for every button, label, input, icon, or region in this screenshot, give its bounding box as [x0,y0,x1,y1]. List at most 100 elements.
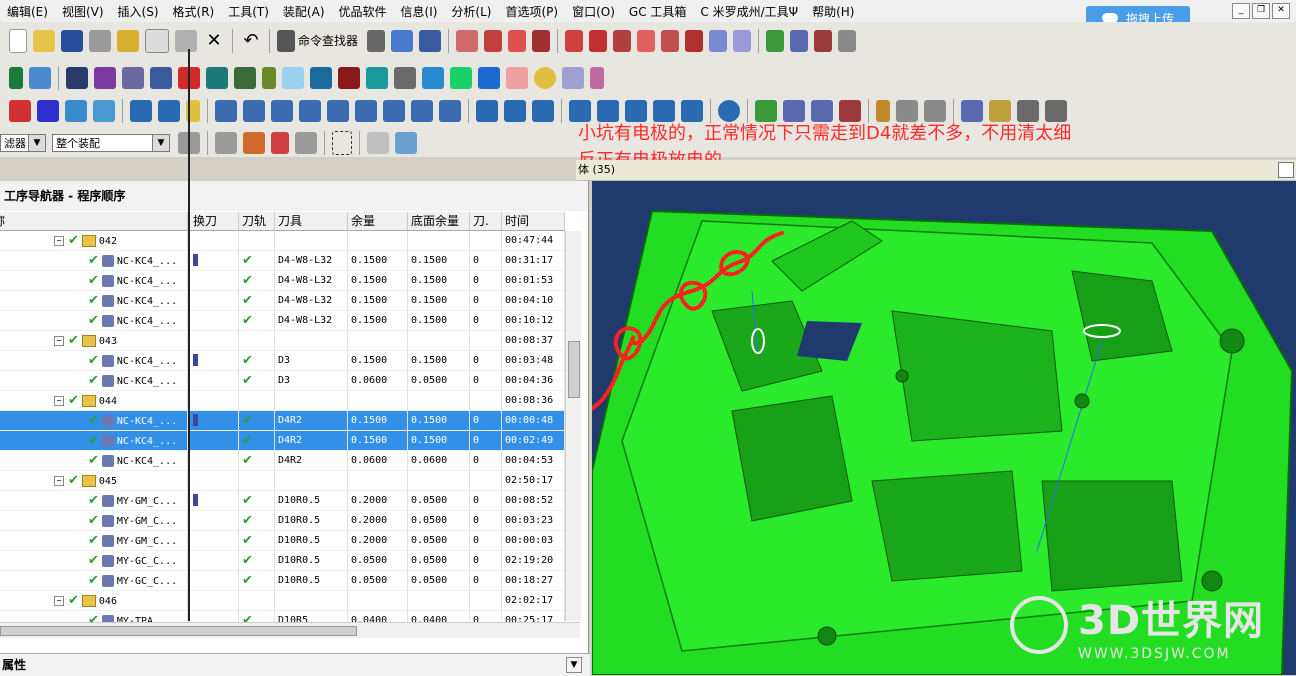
cube-icon[interactable] [234,66,256,89]
new-file-icon[interactable] [9,28,27,53]
plane-icon[interactable] [282,66,304,89]
menu-item[interactable]: 帮助(H) [805,3,861,20]
name-icon[interactable] [383,99,405,122]
operation-row[interactable]: ✔ NC-KC4_... ✔ D4R2 0.0600 0.0600 0 00:04:53 [0,451,565,471]
offset-curve-icon[interactable] [637,29,656,52]
flag-icon[interactable] [876,99,890,122]
copy-icon[interactable] [145,28,169,53]
operation-row[interactable]: ✔ NC-KC4_... ✔ D4R2 0.1500 0.1500 0 00:02:49 [0,431,565,451]
op-icon-5[interactable] [243,99,265,122]
info-i-icon[interactable] [476,99,498,122]
shape-icon[interactable] [9,66,23,89]
operation-row[interactable]: ✔ MY-GC_C... ✔ D10R0.5 0.0500 0.0500 0 00:18:27 [0,571,565,591]
face-icon[interactable] [394,66,416,89]
info-icon[interactable] [419,29,442,52]
op-icon-15[interactable] [597,99,619,122]
check-tool-icon[interactable] [766,29,785,52]
layer-icon[interactable] [150,66,172,89]
operation-row[interactable]: ✔ NC-KC4_... ✔ D4R2 0.1500 0.1500 0 00:00:48 [0,411,565,431]
collapse-icon[interactable]: − [54,396,64,406]
undo-icon[interactable]: ↶ [240,30,262,52]
op-icon-9[interactable] [355,99,377,122]
menu-item[interactable]: 插入(S) [111,3,166,20]
operation-row[interactable]: ✔ NC-KC4_... ✔ D3 0.1500 0.1500 0 00:03:48 [0,351,565,371]
op-icon-1[interactable] [130,99,152,122]
solid-icon[interactable] [338,66,360,89]
select-box-icon[interactable] [332,131,352,155]
menu-item[interactable]: 首选项(P) [498,3,565,20]
point-snap-icon[interactable] [243,132,265,154]
collapse-icon[interactable]: − [54,236,64,246]
column-header[interactable]: 刀具 [275,212,348,231]
assembly-icon[interactable] [790,29,809,52]
arrow-snap-icon[interactable] [295,132,317,154]
menu-item[interactable]: 装配(A) [276,3,332,20]
shade2-icon[interactable] [93,99,115,122]
line-icon[interactable] [565,29,584,52]
column-header[interactable]: 底面余量 [408,212,470,231]
navigator-vertical-scrollbar[interactable] [565,231,581,621]
menu-item[interactable]: C 米罗成州/工具Ψ [693,3,805,20]
render-icon[interactable] [66,66,88,89]
column-header[interactable]: 刀. [470,212,502,231]
op-icon-8[interactable] [327,99,349,122]
arc-icon[interactable] [589,29,608,52]
command-finder-label[interactable]: 命令查找器 [298,32,358,49]
project-curve-icon[interactable] [661,29,680,52]
body-icon[interactable] [395,132,417,154]
curve-icon[interactable] [484,29,503,52]
op-icon-22[interactable] [896,99,918,122]
operation-row[interactable]: ✔ MY-GM_C... ✔ D10R0.5 0.2000 0.0500 0 00:08:52 [0,491,565,511]
print-icon[interactable] [89,29,111,52]
program-group-row[interactable]: − ✔ 043 00:08:37 [0,331,565,351]
program-group-row[interactable]: − ✔ 044 00:08:36 [0,391,565,411]
op-icon-26[interactable] [1017,99,1039,122]
intersect-curve-icon[interactable] [685,29,704,52]
chevron-down-icon[interactable]: ▼ [566,657,582,673]
menu-item[interactable]: 分析(L) [444,3,498,20]
delete-icon[interactable]: ✕ [203,30,225,52]
program-group-row[interactable]: − ✔ 045 02:50:17 [0,471,565,491]
operation-row[interactable]: ✔ NC-KC4_... ✔ D4-W8-L32 0.1500 0.1500 0 00:04:… [0,291,565,311]
trim-icon[interactable] [532,29,551,52]
selection-icon[interactable] [367,29,386,52]
column-header[interactable]: 换刀 [190,212,239,231]
green-solid-icon[interactable] [450,66,472,89]
op-icon-27[interactable] [1045,99,1067,122]
view-icon[interactable] [838,29,857,52]
target-icon[interactable] [534,66,556,89]
color-cube-icon[interactable] [422,66,444,89]
navigator-horizontal-scrollbar[interactable] [0,622,580,638]
spline-icon[interactable] [508,29,527,52]
tools-icon[interactable] [562,66,584,89]
menu-item[interactable]: 窗口(O) [565,3,622,20]
block-icon[interactable] [310,66,332,89]
column-header[interactable]: 名称 [0,212,188,231]
op-icon-7[interactable] [299,99,321,122]
op-icon-19[interactable] [783,99,805,122]
op-icon-20[interactable] [811,99,833,122]
part-icon[interactable] [367,132,389,154]
program-group-row[interactable]: − ✔ 046 02:02:17 [0,591,565,611]
column-header[interactable]: 余量 [348,212,408,231]
save-icon[interactable] [61,29,83,52]
cylinder-icon[interactable] [262,66,276,89]
operation-row[interactable]: ✔ NC-KC4_... ✔ D4-W8-L32 0.1500 0.1500 0 00:01:… [0,271,565,291]
open-folder-icon[interactable] [33,29,55,52]
op-icon-2[interactable] [158,99,180,122]
tube-icon[interactable] [590,66,604,89]
menu-item[interactable]: 优品软件 [332,3,394,20]
op-icon-11[interactable] [439,99,461,122]
operation-row[interactable]: ✔ MY-GC_C... ✔ D10R0.5 0.0500 0.0500 0 02:19:20 [0,551,565,571]
restore-icon[interactable]: ❐ [1252,3,1270,19]
binoculars-icon[interactable] [277,29,295,52]
gear-icon[interactable] [718,99,740,122]
menu-item[interactable]: 视图(V) [55,3,111,20]
operation-row[interactable]: ✔ MY-GM_C... ✔ D10R0.5 0.2000 0.0500 0 00:00:03 [0,531,565,551]
program-group-row[interactable]: − ✔ 042 00:47:44 [0,231,565,251]
point-icon[interactable] [613,29,632,52]
op-icon-17[interactable] [653,99,675,122]
paste-icon[interactable] [175,29,197,52]
menu-item[interactable]: 编辑(E) [0,3,55,20]
scrollbar-thumb[interactable] [568,341,580,398]
